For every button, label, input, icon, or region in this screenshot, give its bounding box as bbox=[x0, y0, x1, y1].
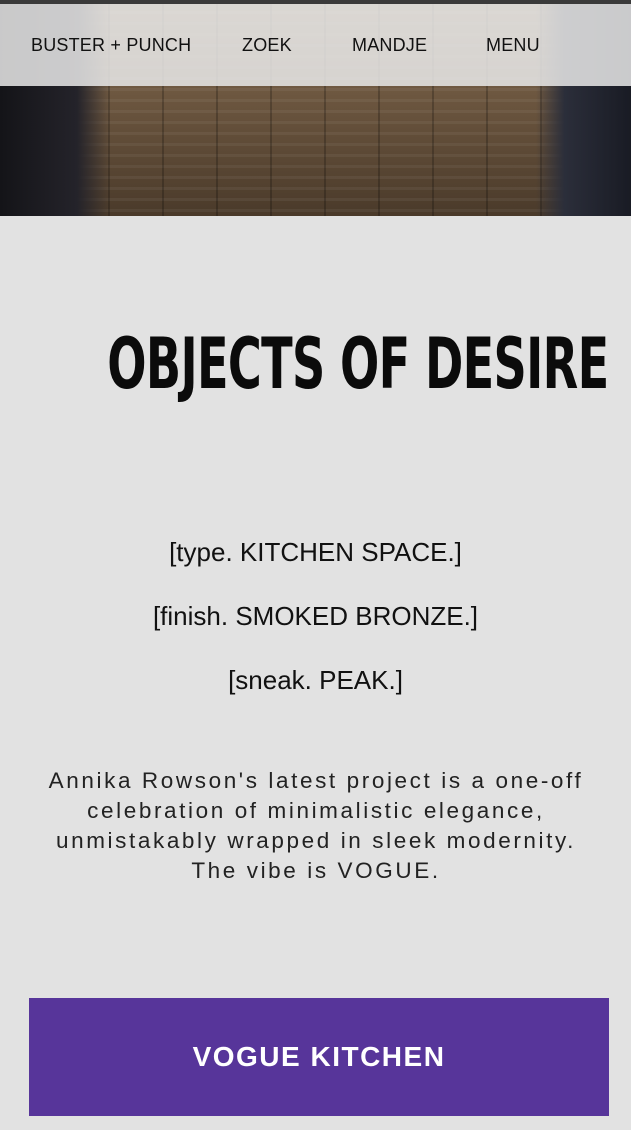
vogue-kitchen-button[interactable]: VOGUE KITCHEN bbox=[29, 998, 609, 1116]
menu-link[interactable]: MENU bbox=[486, 35, 540, 56]
top-navigation: BUSTER + PUNCH ZOEK MANDJE MENU bbox=[0, 4, 631, 86]
page-title: OBJECTS OF DESIRE bbox=[107, 323, 609, 405]
brand-logo-link[interactable]: BUSTER + PUNCH bbox=[31, 35, 191, 56]
spec-finish: [finish. SMOKED BRONZE.] bbox=[152, 601, 479, 631]
spec-sneak: [sneak. PEAK.] bbox=[228, 665, 403, 695]
spec-list: [type. KITCHEN SPACE.] [finish. SMOKED B… bbox=[0, 520, 631, 712]
spec-type: [type. KITCHEN SPACE.] bbox=[169, 537, 462, 567]
project-description: Annika Rowson's latest project is a one-… bbox=[48, 768, 584, 883]
search-link[interactable]: ZOEK bbox=[242, 35, 292, 56]
cart-link[interactable]: MANDJE bbox=[352, 35, 427, 56]
